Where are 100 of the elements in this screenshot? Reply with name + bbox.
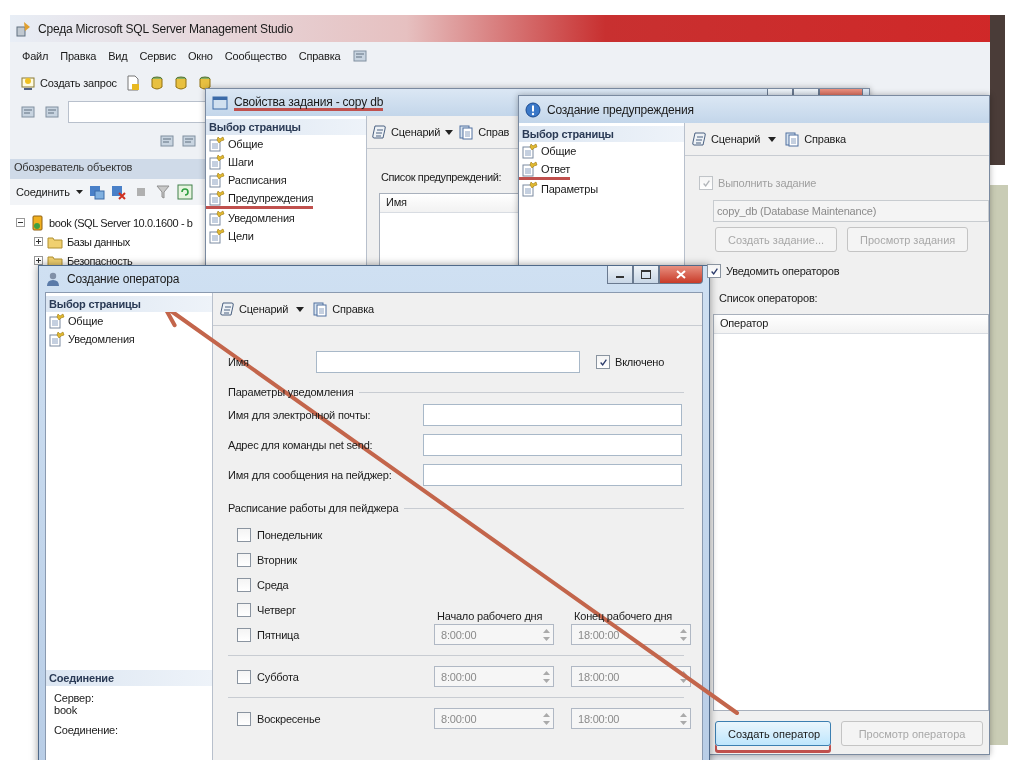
checkbox-label: Суббота (257, 670, 299, 683)
info-icon (525, 101, 541, 118)
section-heading: Выбор страницы (519, 126, 684, 142)
help-icon (312, 301, 329, 317)
caret-icon[interactable] (766, 136, 779, 142)
toolbar-icon[interactable] (159, 133, 175, 149)
section-heading: Соединение (46, 670, 212, 686)
caret-icon[interactable] (443, 129, 456, 135)
name-field[interactable] (316, 351, 580, 373)
tool-icon (352, 47, 369, 64)
script-icon (371, 124, 387, 140)
page-icon (209, 228, 225, 244)
page-list-item[interactable]: Цели (206, 227, 254, 245)
page-list-item[interactable]: Параметры (519, 180, 598, 198)
checkbox-label: Вторник (257, 553, 297, 566)
query-icon (20, 75, 36, 91)
group-label: Расписание работы для пейджера (228, 502, 399, 514)
field-label: Список предупреждений: (381, 171, 502, 183)
page-list-item[interactable]: Общие (206, 135, 264, 153)
checkbox-label: Четверг (257, 603, 296, 616)
menu-item[interactable]: Сервис (139, 49, 176, 62)
check-icon (598, 357, 608, 367)
help-button[interactable]: Справка (784, 131, 846, 147)
page-icon (209, 190, 225, 206)
menu-item[interactable]: Правка (60, 49, 97, 62)
window-title: Создание предупреждения (547, 102, 694, 117)
maximize-icon (641, 270, 651, 279)
check-icon (709, 266, 719, 276)
toolbar-icon[interactable] (44, 104, 60, 120)
page-list-item[interactable]: Расписания (206, 171, 287, 189)
page-list-item[interactable]: Шаги (206, 153, 254, 171)
server-icon (29, 214, 45, 231)
page-list-item[interactable]: Уведомления (46, 330, 135, 348)
help-button[interactable]: Справка (312, 301, 374, 317)
panel-title: Обозреватель объектов (10, 159, 205, 179)
connect-button[interactable]: Соединить (16, 186, 83, 198)
script-icon (691, 131, 707, 147)
page-icon (209, 154, 225, 170)
caret-icon (75, 190, 83, 194)
script-button[interactable]: Сценарий (219, 301, 289, 317)
text-field[interactable] (423, 434, 682, 456)
checkbox-label: Выполнить задание (718, 177, 817, 189)
disconnect-icon[interactable] (110, 184, 127, 200)
toolbar-icon[interactable] (181, 133, 197, 149)
page-list-item[interactable]: Уведомления (206, 209, 295, 227)
menu-item[interactable]: Сообщество (224, 49, 287, 62)
maximize-button[interactable] (633, 266, 659, 284)
database-icon[interactable] (196, 75, 213, 91)
checkbox-label: Уведомить операторов (726, 265, 840, 277)
close-icon (676, 270, 686, 279)
window-title: Среда Microsoft SQL Server Management Studio (38, 21, 293, 36)
page-icon (522, 181, 538, 197)
page-icon (49, 313, 65, 329)
database-icon[interactable] (172, 75, 189, 91)
connect-icon[interactable] (88, 184, 105, 200)
database-icon[interactable] (148, 75, 165, 91)
section-heading: Выбор страницы (206, 119, 366, 135)
column-header[interactable]: Имя (380, 194, 413, 212)
menu-item[interactable]: Справка (298, 49, 341, 62)
menu-item[interactable]: Окно (188, 49, 213, 62)
checkbox-label: Воскресенье (257, 712, 321, 725)
section-heading: Выбор страницы (46, 296, 212, 312)
help-icon (784, 131, 801, 147)
checkbox-label: Включено (615, 356, 665, 368)
page-icon (49, 331, 65, 347)
collapse-icon[interactable] (16, 218, 25, 227)
minimize-button[interactable] (607, 266, 633, 284)
text-field[interactable] (423, 464, 682, 486)
refresh-icon[interactable] (176, 184, 193, 200)
page-list-item[interactable]: Общие (519, 142, 577, 160)
page-list-item[interactable]: Ответ (519, 160, 571, 180)
menu-item[interactable]: Файл (22, 49, 49, 62)
tree-item[interactable]: Базы данных (10, 232, 205, 251)
script-icon (219, 301, 235, 317)
page-list-item[interactable]: Общие (46, 312, 104, 330)
field-label: Имя для сообщения на пейджер: (228, 469, 393, 481)
text-field[interactable] (423, 404, 682, 426)
new-query-button[interactable]: Создать запрос (20, 75, 117, 91)
close-button[interactable] (659, 266, 703, 284)
window-title: Создание оператора (67, 272, 180, 286)
expand-icon[interactable] (34, 256, 43, 265)
caret-icon[interactable] (294, 306, 307, 312)
page-icon (522, 143, 538, 159)
tree-item[interactable]: book (SQL Server 10.0.1600 - b (10, 213, 205, 232)
script-button[interactable]: Сценарий (691, 131, 761, 147)
group-label: Параметры уведомления (228, 386, 354, 398)
expand-icon[interactable] (34, 237, 43, 246)
menu-item[interactable]: Вид (108, 49, 128, 62)
help-button[interactable]: Справ (458, 124, 510, 140)
document-icon[interactable] (124, 75, 141, 91)
filter-icon[interactable] (154, 184, 171, 200)
field-label: Список операторов: (719, 292, 818, 304)
checkbox-label: Пятница (257, 628, 300, 641)
info-label: Сервер: (54, 692, 95, 704)
script-button[interactable]: Сценарий (371, 124, 441, 140)
checkbox-label: Понедельник (257, 528, 323, 541)
checkbox[interactable] (707, 264, 721, 278)
checkbox[interactable] (596, 355, 610, 369)
toolbar-icon[interactable] (20, 104, 36, 120)
page-list-item[interactable]: Предупреждения (206, 189, 314, 209)
